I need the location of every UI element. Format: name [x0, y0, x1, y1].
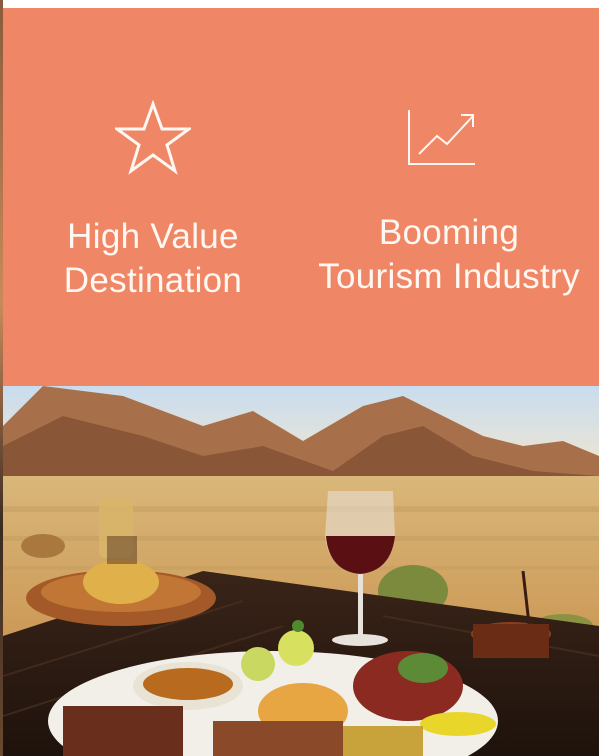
- feature-title: High Value Destination: [3, 215, 303, 303]
- feature-title-line2: Destination: [63, 261, 243, 300]
- trend-up-icon: [408, 110, 475, 165]
- feature-title-line2: Tourism Industry: [318, 257, 580, 296]
- star-icon: [115, 100, 191, 175]
- photo-illustration: [3, 386, 599, 756]
- photo-dinner-desert: [3, 386, 599, 756]
- feature-title-line1: High Value: [67, 217, 239, 256]
- feature-title: Booming Tourism Industry: [299, 211, 599, 299]
- feature-title-line1: Booming: [378, 213, 520, 252]
- features-panel: High Value Destination Booming Tourism I…: [3, 8, 599, 386]
